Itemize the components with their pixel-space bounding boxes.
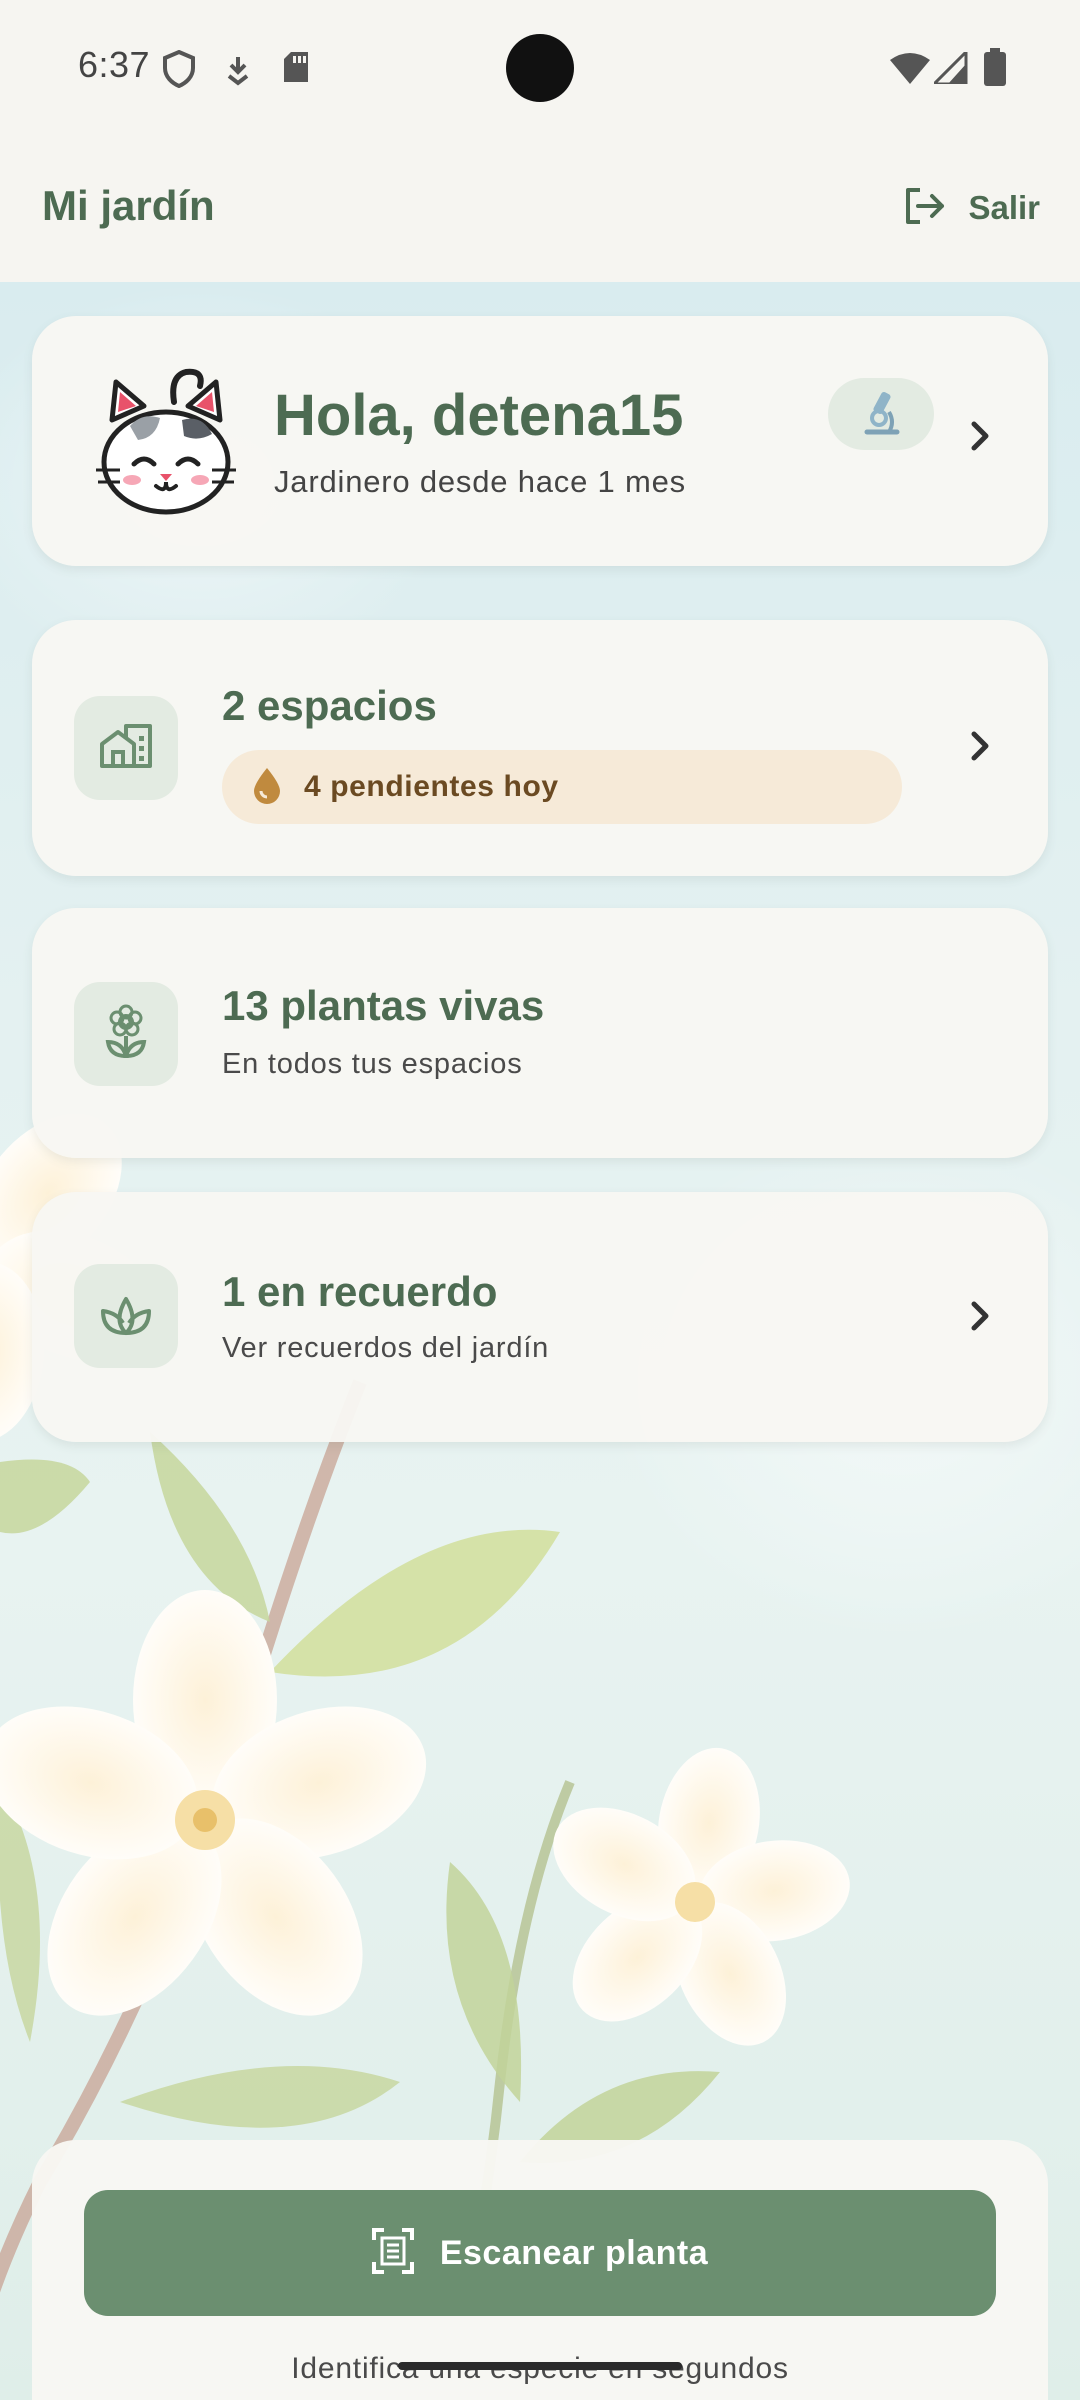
chevron-right-icon <box>968 418 992 459</box>
chevron-right-icon <box>968 728 992 769</box>
chevron-right-icon <box>968 1298 992 1339</box>
scan-icon <box>371 2227 414 2279</box>
scan-plant-button[interactable]: Escanear planta <box>84 2190 996 2316</box>
microscope-icon <box>859 388 903 441</box>
app-bar: Mi jardín Salir <box>0 136 1080 282</box>
greeting: Hola, detena15 <box>274 383 684 448</box>
living-plants-subtitle: En todos tus espacios <box>222 1048 523 1080</box>
logout-button[interactable]: Salir <box>902 178 1040 238</box>
sd-card-icon <box>282 50 310 89</box>
battery-icon <box>984 48 1006 91</box>
spaces-count: 2 espacios <box>222 682 437 729</box>
logout-icon <box>902 186 946 231</box>
memory-card[interactable]: 1 en recuerdo Ver recuerdos del jardín <box>32 1192 1048 1442</box>
memory-subtitle: Ver recuerdos del jardín <box>222 1332 550 1364</box>
gardener-since: Jardinero desde hace 1 mes <box>274 464 686 499</box>
plants-icon-tile <box>74 982 178 1086</box>
status-bar: 6:37 <box>0 0 1080 136</box>
water-drop-icon <box>252 766 282 809</box>
plants-card: 13 plantas vivas En todos tus espacios <box>32 908 1048 1158</box>
sprout-icon <box>99 1291 153 1342</box>
home-indicator[interactable] <box>398 2362 682 2370</box>
scan-panel: Escanear planta Identifica una especie e… <box>32 2140 1048 2400</box>
spaces-card[interactable]: 2 espacios 4 pendientes hoy <box>32 620 1048 876</box>
download-icon <box>224 54 252 91</box>
profile-card[interactable]: Hola, detena15 Jardinero desde hace 1 me… <box>32 316 1048 566</box>
memory-icon-tile <box>74 1264 178 1368</box>
scan-plant-label: Escanear planta <box>439 2233 709 2272</box>
spaces-icon-tile <box>74 696 178 800</box>
logout-label: Salir <box>968 189 1040 226</box>
pending-tasks-pill[interactable]: 4 pendientes hoy <box>222 750 902 824</box>
badge-chip[interactable] <box>828 378 934 450</box>
wifi-icon <box>890 52 930 89</box>
status-time: 6:37 <box>78 44 151 85</box>
memory-count: 1 en recuerdo <box>222 1268 498 1315</box>
front-camera <box>506 34 574 102</box>
shield-icon <box>162 49 196 93</box>
flower-icon <box>102 1004 150 1065</box>
page-title: Mi jardín <box>42 182 215 229</box>
cat-avatar <box>86 362 246 522</box>
living-plants-count: 13 plantas vivas <box>222 982 545 1029</box>
signal-icon <box>930 48 968 89</box>
buildings-icon <box>98 722 154 775</box>
pending-tasks-label: 4 pendientes hoy <box>304 770 559 803</box>
